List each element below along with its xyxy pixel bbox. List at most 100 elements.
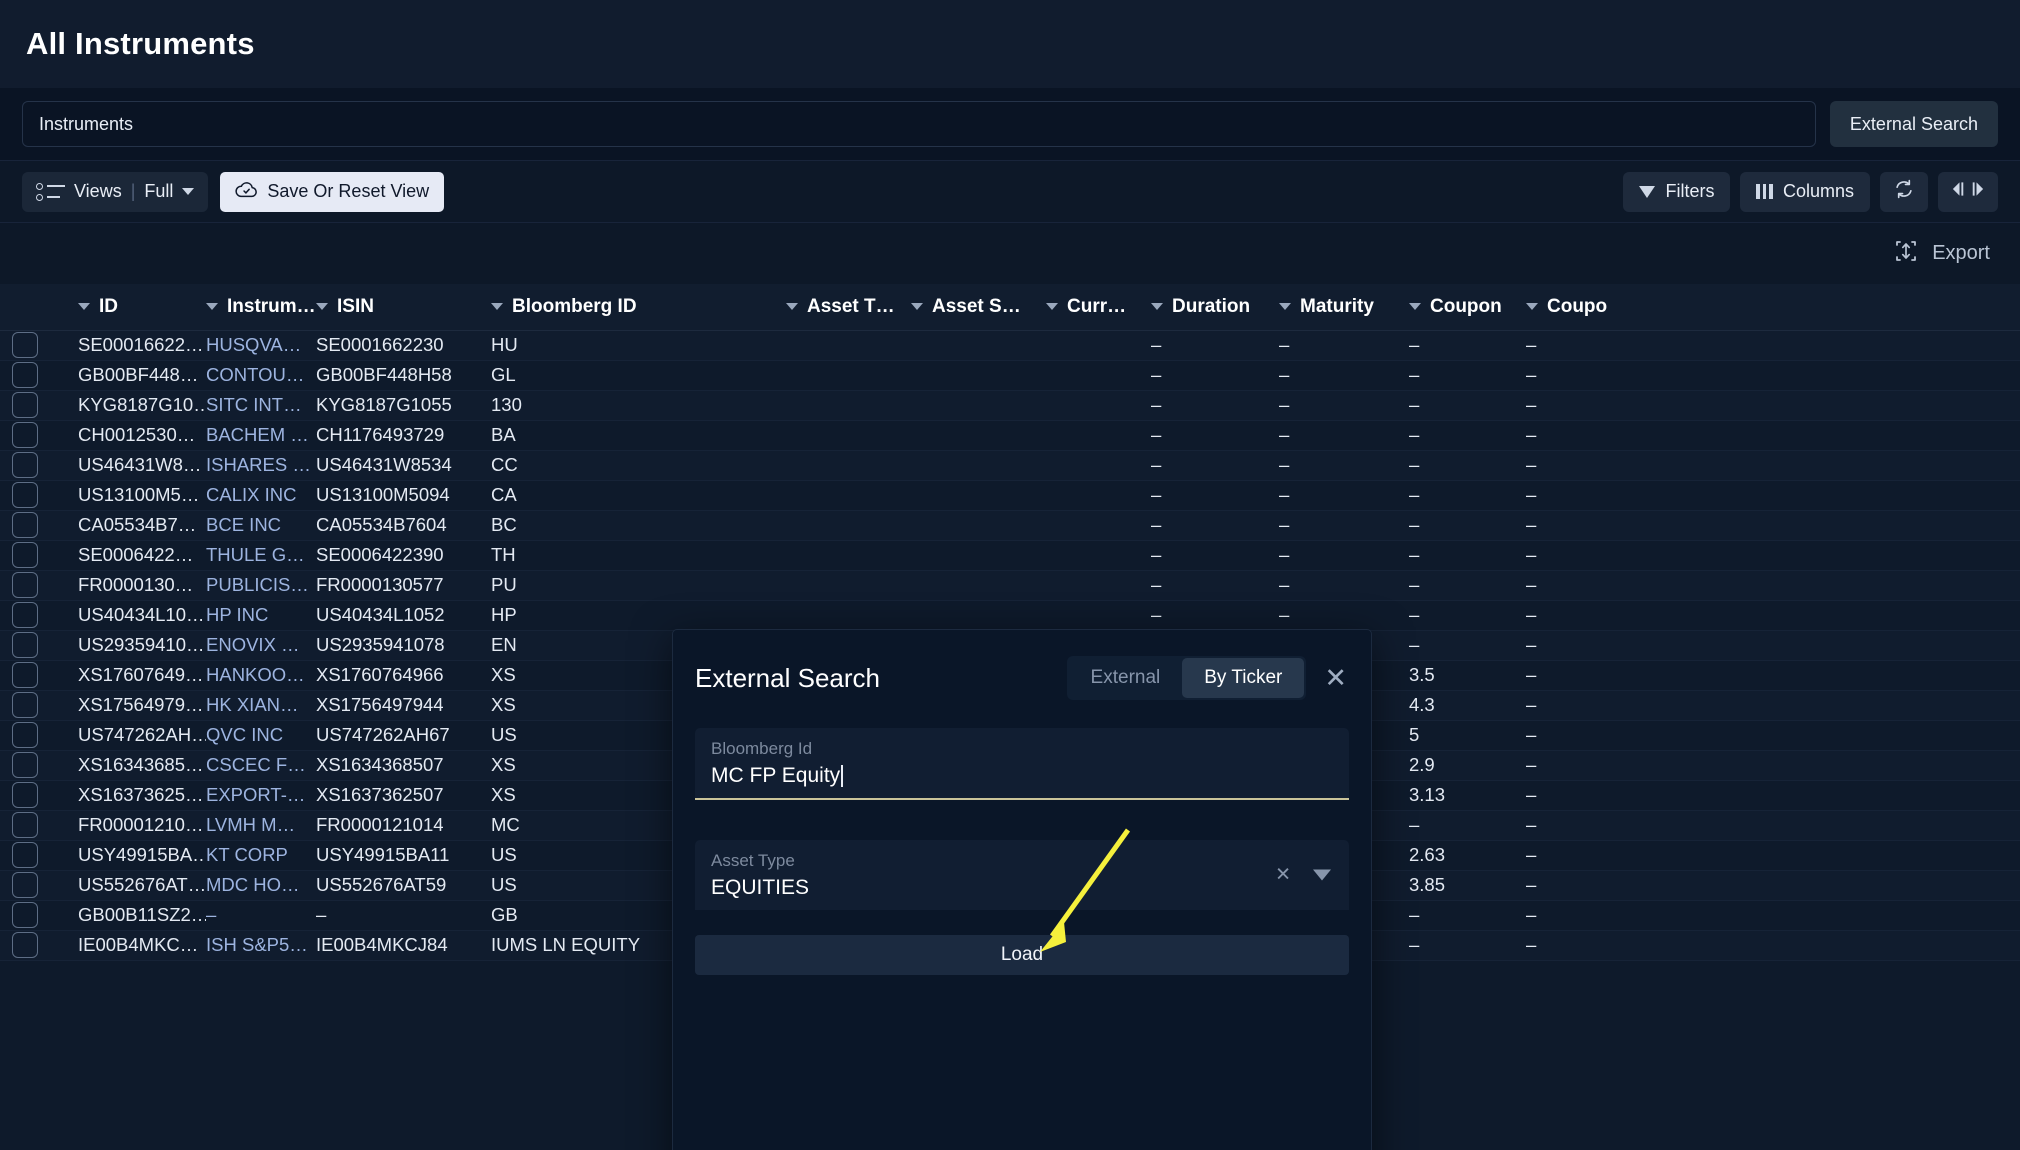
table-row[interactable]: KYG8187G10…SITC INT…KYG8187G1055130–––– bbox=[0, 390, 2020, 420]
row-checkbox[interactable] bbox=[12, 602, 38, 628]
export-button[interactable]: Export bbox=[1893, 238, 1990, 270]
row-checkbox[interactable] bbox=[12, 932, 38, 958]
load-button[interactable]: Load bbox=[695, 935, 1349, 975]
row-checkbox[interactable] bbox=[12, 542, 38, 568]
cell-as bbox=[911, 600, 1046, 630]
row-checkbox[interactable] bbox=[12, 872, 38, 898]
row-checkbox[interactable] bbox=[12, 662, 38, 688]
row-select-cell bbox=[0, 450, 78, 480]
external-search-button[interactable]: External Search bbox=[1830, 101, 1998, 147]
column-header-dur[interactable]: Duration bbox=[1151, 284, 1279, 330]
cell-ins: BCE INC bbox=[206, 510, 316, 540]
column-header-as[interactable]: Asset S… bbox=[911, 284, 1046, 330]
column-header-bbg[interactable]: Bloomberg ID bbox=[491, 284, 786, 330]
views-selector[interactable]: Views | Full bbox=[22, 172, 208, 212]
sort-caret-icon[interactable] bbox=[1279, 303, 1291, 310]
sort-caret-icon[interactable] bbox=[911, 303, 923, 310]
row-checkbox[interactable] bbox=[12, 842, 38, 868]
asset-type-field[interactable]: Asset Type EQUITIES ✕ bbox=[695, 840, 1349, 910]
row-checkbox[interactable] bbox=[12, 752, 38, 778]
external-search-modal[interactable]: External Search External By Ticker ✕ Blo… bbox=[672, 629, 1372, 1150]
cell-isin: XS1760764966 bbox=[316, 660, 491, 690]
search-input-value: Instruments bbox=[39, 114, 133, 135]
bloomberg-id-value: MC FP Equity bbox=[711, 764, 840, 788]
sort-caret-icon[interactable] bbox=[1046, 303, 1058, 310]
cell-id: US40434L10… bbox=[78, 600, 206, 630]
cell-cur bbox=[1046, 390, 1151, 420]
filters-button[interactable]: Filters bbox=[1623, 172, 1730, 212]
table-row[interactable]: SE00016622…HUSQVA…SE0001662230HU–––– bbox=[0, 330, 2020, 360]
cell-id: USY49915BA… bbox=[78, 840, 206, 870]
search-input[interactable]: Instruments bbox=[22, 101, 1816, 147]
chevron-down-icon[interactable] bbox=[1313, 870, 1331, 881]
sort-caret-icon[interactable] bbox=[1409, 303, 1421, 310]
cell-bbg: GL bbox=[491, 360, 786, 390]
row-select-cell bbox=[0, 840, 78, 870]
tab-by-ticker[interactable]: By Ticker bbox=[1182, 658, 1304, 698]
clear-icon[interactable]: ✕ bbox=[1275, 864, 1291, 887]
row-checkbox[interactable] bbox=[12, 482, 38, 508]
table-row[interactable]: US40434L10…HP INCUS40434L1052HP–––– bbox=[0, 600, 2020, 630]
table-row[interactable]: CA05534B7…BCE INCCA05534B7604BC–––– bbox=[0, 510, 2020, 540]
close-icon[interactable]: ✕ bbox=[1322, 665, 1349, 692]
row-checkbox[interactable] bbox=[12, 632, 38, 658]
table-row[interactable]: US13100M5…CALIX INCUS13100M5094CA–––– bbox=[0, 480, 2020, 510]
refresh-button[interactable] bbox=[1880, 172, 1928, 212]
sort-caret-icon[interactable] bbox=[1151, 303, 1163, 310]
row-checkbox[interactable] bbox=[12, 692, 38, 718]
sort-caret-icon[interactable] bbox=[78, 303, 90, 310]
column-header-id[interactable]: ID bbox=[78, 284, 206, 330]
table-row[interactable]: GB00BF448…CONTOU…GB00BF448H58GL–––– bbox=[0, 360, 2020, 390]
modal-tab-group: External By Ticker bbox=[1067, 656, 1307, 700]
cell-cpn: – bbox=[1409, 330, 1526, 360]
column-header-cpn2[interactable]: Coupo bbox=[1526, 284, 2020, 330]
sort-caret-icon[interactable] bbox=[491, 303, 503, 310]
row-checkbox[interactable] bbox=[12, 392, 38, 418]
column-header-at[interactable]: Asset T… bbox=[786, 284, 911, 330]
tab-external[interactable]: External bbox=[1069, 658, 1183, 698]
row-checkbox[interactable] bbox=[12, 902, 38, 928]
row-checkbox[interactable] bbox=[12, 332, 38, 358]
sort-caret-icon[interactable] bbox=[1526, 303, 1538, 310]
sort-caret-icon[interactable] bbox=[786, 303, 798, 310]
row-select-cell bbox=[0, 690, 78, 720]
column-header-mat[interactable]: Maturity bbox=[1279, 284, 1409, 330]
table-row[interactable]: US46431W8…ISHARES …US46431W8534CC–––– bbox=[0, 450, 2020, 480]
instruments-table-container[interactable]: IDInstrum…ISINBloomberg IDAsset T…Asset … bbox=[0, 284, 2020, 1150]
row-checkbox[interactable] bbox=[12, 572, 38, 598]
columns-button[interactable]: Columns bbox=[1740, 172, 1870, 212]
table-row[interactable]: FR0000130…PUBLICIS…FR0000130577PU–––– bbox=[0, 570, 2020, 600]
column-header-cur[interactable]: Curr… bbox=[1046, 284, 1151, 330]
sort-caret-icon[interactable] bbox=[206, 303, 218, 310]
cell-dur: – bbox=[1151, 510, 1279, 540]
table-row[interactable]: CH0012530…BACHEM …CH1176493729BA–––– bbox=[0, 420, 2020, 450]
save-or-reset-view-button[interactable]: Save Or Reset View bbox=[220, 172, 444, 212]
cell-ins: HK XIAN… bbox=[206, 690, 316, 720]
cell-cpn: – bbox=[1409, 810, 1526, 840]
cell-isin: XS1634368507 bbox=[316, 750, 491, 780]
cell-bbg: TH bbox=[491, 540, 786, 570]
row-checkbox[interactable] bbox=[12, 512, 38, 538]
column-header-ins[interactable]: Instrum… bbox=[206, 284, 316, 330]
page-header: All Instruments bbox=[0, 0, 2020, 88]
row-checkbox[interactable] bbox=[12, 362, 38, 388]
cell-isin: USY49915BA11 bbox=[316, 840, 491, 870]
page-nav-button[interactable] bbox=[1938, 172, 1998, 212]
row-checkbox[interactable] bbox=[12, 782, 38, 808]
column-header-isin[interactable]: ISIN bbox=[316, 284, 491, 330]
cell-cpn: – bbox=[1409, 510, 1526, 540]
sort-caret-icon[interactable] bbox=[316, 303, 328, 310]
row-checkbox[interactable] bbox=[12, 452, 38, 478]
row-checkbox[interactable] bbox=[12, 812, 38, 838]
bloomberg-id-field[interactable]: Bloomberg Id MC FP Equity bbox=[695, 728, 1349, 800]
table-row[interactable]: SE0006422…THULE G…SE0006422390TH–––– bbox=[0, 540, 2020, 570]
cell-isin: US2935941078 bbox=[316, 630, 491, 660]
modal-header: External Search External By Ticker ✕ bbox=[695, 656, 1349, 700]
cell-cpn2: – bbox=[1526, 570, 2020, 600]
column-header-cpn[interactable]: Coupon bbox=[1409, 284, 1526, 330]
row-checkbox[interactable] bbox=[12, 422, 38, 448]
cell-ins: KT CORP bbox=[206, 840, 316, 870]
views-separator: | bbox=[131, 181, 136, 202]
cell-dur: – bbox=[1151, 390, 1279, 420]
row-checkbox[interactable] bbox=[12, 722, 38, 748]
